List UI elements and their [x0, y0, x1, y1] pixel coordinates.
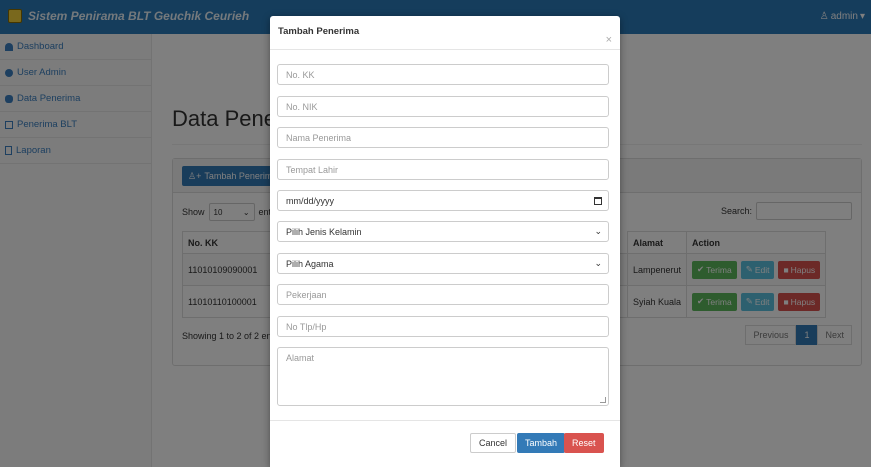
chevron-down-icon: ⌄	[594, 226, 602, 236]
cancel-button[interactable]: Cancel	[470, 433, 517, 453]
modal-title: Tambah Penerima	[278, 26, 360, 37]
no-tlp-input[interactable]: No Tlp/Hp	[277, 316, 609, 337]
close-icon[interactable]: ×	[606, 34, 612, 46]
chevron-down-icon: ⌄	[594, 258, 602, 268]
tambah-button[interactable]: Tambah	[517, 433, 566, 453]
alamat-textarea[interactable]: Alamat	[277, 347, 609, 406]
pekerjaan-input[interactable]: Pekerjaan	[277, 284, 609, 305]
add-recipient-modal: Tambah Penerima × No. KK No. NIK Nama Pe…	[270, 16, 620, 467]
jenis-kelamin-select[interactable]: Pilih Jenis Kelamin ⌄	[277, 221, 609, 242]
nama-penerima-input[interactable]: Nama Penerima	[277, 127, 609, 148]
modal-header: Tambah Penerima ×	[270, 16, 620, 50]
no-kk-input[interactable]: No. KK	[277, 64, 609, 85]
no-nik-input[interactable]: No. NIK	[277, 96, 609, 117]
tanggal-lahir-input[interactable]: mm/dd/yyyy	[277, 190, 609, 211]
resize-handle-icon[interactable]	[600, 397, 606, 403]
modal-footer: Cancel Tambah Reset	[270, 420, 620, 467]
calendar-icon[interactable]	[594, 196, 602, 205]
tempat-lahir-input[interactable]: Tempat Lahir	[277, 159, 609, 180]
reset-button[interactable]: Reset	[564, 433, 604, 453]
agama-select[interactable]: Pilih Agama ⌄	[277, 253, 609, 274]
